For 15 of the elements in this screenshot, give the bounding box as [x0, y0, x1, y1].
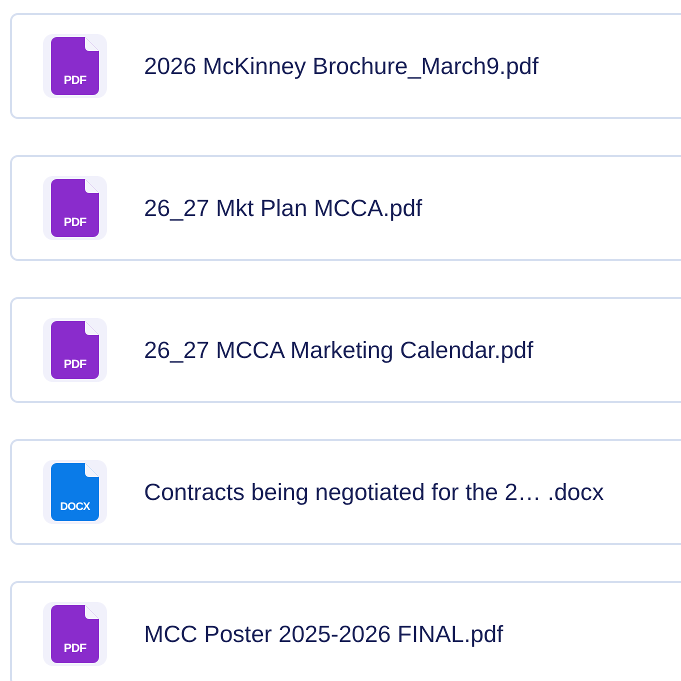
- file-icon: PDF: [51, 321, 99, 379]
- file-name: Contracts being negotiated for the 2… .docx: [144, 478, 604, 506]
- file-card[interactable]: DOCX Contracts being negotiated for the 2… .docx: [10, 439, 681, 545]
- file-card[interactable]: PDF 26_27 MCCA Marketing Calendar.pdf: [10, 297, 681, 403]
- file-card[interactable]: PDF 26_27 Mkt Plan MCCA.pdf: [10, 155, 681, 261]
- file-name: 26_27 Mkt Plan MCCA.pdf: [144, 194, 422, 222]
- file-name: 26_27 MCCA Marketing Calendar.pdf: [144, 336, 534, 364]
- file-icon: DOCX: [51, 463, 99, 521]
- file-card[interactable]: PDF MCC Poster 2025-2026 FINAL.pdf: [10, 581, 681, 681]
- file-icon: PDF: [51, 37, 99, 95]
- file-name: 2026 McKinney Brochure_March9.pdf: [144, 52, 538, 80]
- file-name: MCC Poster 2025-2026 FINAL.pdf: [144, 620, 504, 648]
- file-icon: PDF: [51, 605, 99, 663]
- file-icon: PDF: [51, 179, 99, 237]
- file-card[interactable]: PDF 2026 McKinney Brochure_March9.pdf: [10, 13, 681, 119]
